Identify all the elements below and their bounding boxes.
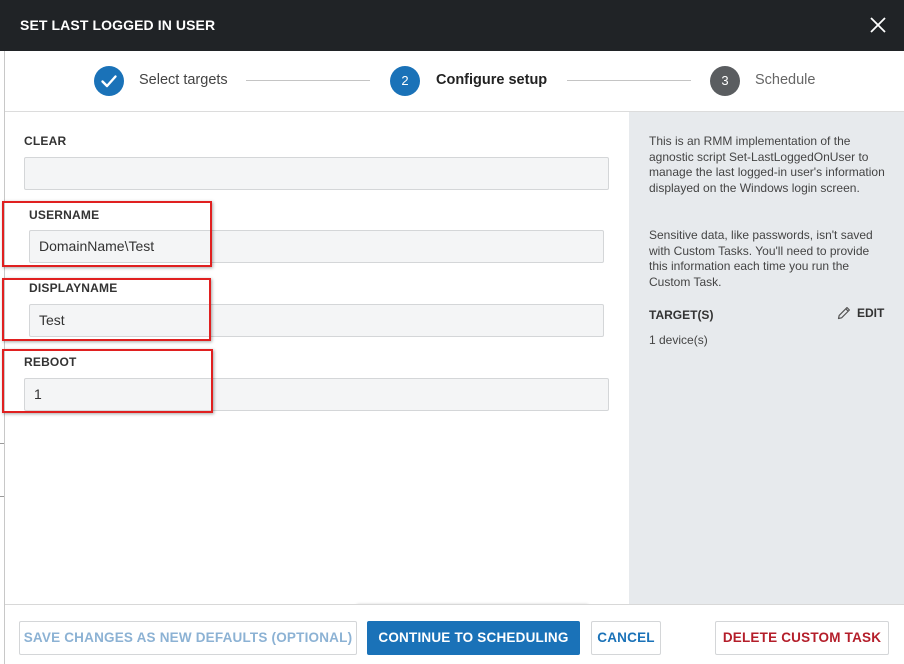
wizard-stepper: Select targets 2 Configure setup 3 Sched…: [5, 51, 904, 112]
step-2-number: 2: [390, 66, 420, 96]
targets-label: TARGET(S): [649, 308, 714, 322]
delete-custom-task-button[interactable]: DELETE CUSTOM TASK: [715, 621, 889, 655]
username-input[interactable]: DomainName\Test: [29, 230, 604, 263]
task-description: This is an RMM implementation of the agn…: [649, 134, 885, 195]
step-3-number: 3: [710, 66, 740, 96]
displayname-input[interactable]: Test: [29, 304, 604, 337]
step-1-label: Select targets: [139, 72, 228, 88]
continue-to-scheduling-button[interactable]: CONTINUE TO SCHEDULING: [367, 621, 580, 655]
step-connector: [567, 80, 691, 81]
clear-label: CLEAR: [24, 134, 67, 148]
edit-label: EDIT: [857, 306, 885, 320]
step-2-label: Configure setup: [436, 72, 548, 88]
close-icon[interactable]: [866, 13, 890, 37]
step-connector: [246, 80, 370, 81]
dialog-title-bar: SET LAST LOGGED IN USER: [0, 0, 904, 51]
displayname-label: DISPLAYNAME: [29, 281, 118, 295]
sensitive-data-note: Sensitive data, like passwords, isn't sa…: [649, 228, 873, 289]
username-label: USERNAME: [29, 208, 100, 222]
step-1-check-icon: [94, 66, 124, 96]
edit-targets-button[interactable]: EDIT: [836, 305, 884, 321]
devices-count: 1 device(s): [649, 333, 708, 347]
reboot-label: REBOOT: [24, 355, 77, 369]
pencil-icon: [837, 307, 850, 320]
dialog-footer: SAVE CHANGES AS NEW DEFAULTS (OPTIONAL) …: [5, 604, 904, 664]
info-side-panel: This is an RMM implementation of the agn…: [629, 112, 904, 604]
save-defaults-button[interactable]: SAVE CHANGES AS NEW DEFAULTS (OPTIONAL): [19, 621, 357, 655]
reboot-input[interactable]: 1: [24, 378, 609, 411]
step-3-label: Schedule: [755, 72, 816, 88]
cancel-button[interactable]: CANCEL: [591, 621, 661, 655]
configure-form: CLEAR USERNAME DomainName\Test DISPLAYNA…: [5, 112, 629, 604]
clear-input[interactable]: [24, 157, 609, 190]
dialog-title: SET LAST LOGGED IN USER: [20, 17, 216, 33]
